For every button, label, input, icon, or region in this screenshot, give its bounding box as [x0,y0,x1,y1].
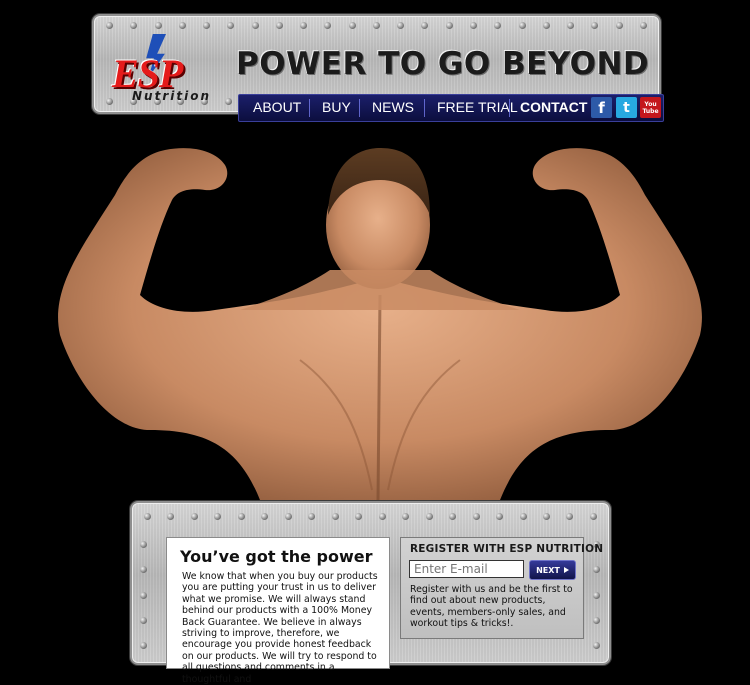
register-body: Register with us and be the first to fin… [410,584,573,630]
power-body: We know that when you buy our products y… [182,571,378,685]
info-plate: You’ve got the power We know that when y… [130,501,611,685]
email-field[interactable] [409,560,524,578]
rivet-row [94,22,659,30]
esp-logo[interactable]: ESP Nutrition [112,34,209,104]
register-title: REGISTER WITH ESP NUTRITION [410,543,604,555]
power-title: You’ve got the power [180,547,373,566]
youtube-label-bottom: Tube [642,107,659,115]
nav-news[interactable]: NEWS [372,99,414,115]
tagline: POWER TO GO BEYOND [236,46,650,82]
nav-divider [309,99,310,117]
nav-divider [424,99,425,117]
nav-free-trial[interactable]: FREE TRIAL [437,99,518,115]
bodybuilder-back-image [58,148,702,501]
nav-contact[interactable]: CONTACT [520,99,587,115]
next-label: NEXT [536,565,560,575]
twitter-icon[interactable]: t [616,97,637,118]
youtube-icon[interactable]: You Tube [640,97,661,118]
power-panel: You’ve got the power We know that when y… [166,537,390,685]
register-panel: REGISTER WITH ESP NUTRITION NEXT Registe… [400,537,603,639]
nav-buy[interactable]: BUY [322,99,351,115]
nav-divider [359,99,360,117]
youtube-label-top: You [644,100,657,108]
nav-about[interactable]: ABOUT [253,99,301,115]
hero-image [0,130,750,505]
rivet-column [140,527,148,663]
main-nav: ABOUT BUY NEWS FREE TRIAL CONTACT f t Yo… [238,94,664,122]
logo-subtitle: Nutrition [132,89,211,103]
play-arrow-icon [563,567,569,573]
next-button[interactable]: NEXT [529,560,576,580]
nav-divider [509,99,510,117]
facebook-icon[interactable]: f [591,97,612,118]
rivet-row [132,513,609,521]
